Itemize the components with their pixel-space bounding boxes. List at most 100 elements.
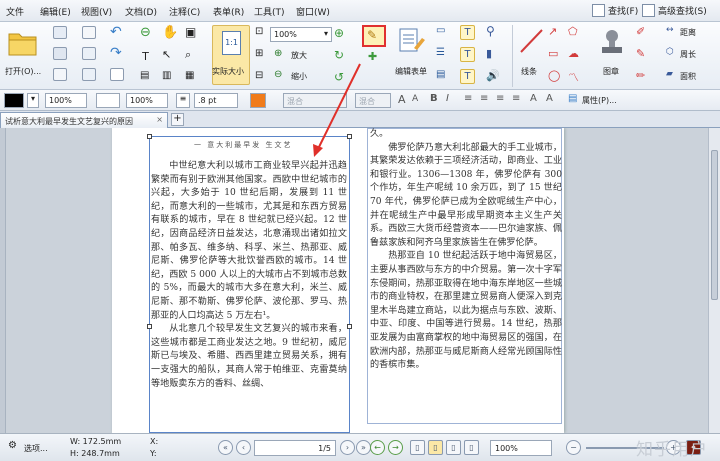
menu-tools[interactable]: 工具(T) bbox=[254, 5, 285, 18]
edit-form-button[interactable] bbox=[396, 26, 426, 56]
line-tool-button[interactable] bbox=[518, 27, 544, 55]
subscript-icon[interactable]: A bbox=[530, 93, 537, 104]
page-icon-b[interactable]: ▥ bbox=[162, 70, 171, 81]
italic-icon[interactable]: I bbox=[446, 93, 449, 104]
justify-icon[interactable]: ≡ bbox=[512, 93, 520, 104]
single-page-icon[interactable]: ▯ bbox=[410, 440, 425, 455]
align-right-icon[interactable]: ≡ bbox=[496, 93, 504, 104]
menu-view[interactable]: 视图(V) bbox=[81, 5, 112, 18]
zoom-out-label[interactable]: 缩小 bbox=[291, 71, 307, 82]
zoom-out-button[interactable]: − bbox=[566, 440, 581, 455]
add-tab-button[interactable]: + bbox=[171, 113, 184, 126]
scrollbar-thumb[interactable] bbox=[711, 150, 718, 300]
options-button[interactable]: 选项... bbox=[24, 443, 48, 454]
rotate-icon[interactable]: ↻ bbox=[334, 48, 344, 62]
advanced-find-button[interactable]: 高级查找(S) bbox=[642, 4, 707, 17]
bold-icon[interactable]: B bbox=[430, 93, 438, 104]
hand-icon[interactable]: ✋ bbox=[162, 25, 178, 40]
stroke-opacity-select[interactable]: 100% bbox=[45, 93, 87, 108]
copy-icon[interactable] bbox=[110, 68, 124, 81]
highlight-icon[interactable]: ✎ bbox=[636, 47, 645, 60]
fit-page-icon[interactable]: ⊡ bbox=[255, 26, 263, 37]
open-button[interactable] bbox=[6, 26, 40, 66]
cloud-icon[interactable]: ☁ bbox=[568, 47, 579, 60]
attach-icon[interactable]: ⚲ bbox=[486, 24, 495, 38]
loupe-icon[interactable]: ⌕ bbox=[185, 48, 191, 62]
pencil-draw-icon[interactable]: ✏ bbox=[636, 69, 645, 82]
polyline-icon[interactable]: 〽 bbox=[568, 69, 579, 85]
page-icon-a[interactable]: ▤ bbox=[140, 70, 149, 81]
file-attach-icon[interactable]: ▮ bbox=[486, 47, 492, 60]
line-style-icon[interactable]: ≡ bbox=[176, 93, 190, 108]
text-field-icon[interactable]: ▭ bbox=[436, 25, 445, 36]
fill-opacity-select[interactable]: 100% bbox=[126, 93, 168, 108]
superscript-icon[interactable]: A bbox=[546, 93, 553, 104]
back-icon[interactable]: ⊖ bbox=[140, 25, 151, 40]
facing-page-icon[interactable]: ▯ bbox=[446, 440, 461, 455]
line-width-select[interactable]: .8 pt bbox=[194, 93, 238, 108]
increase-font-icon[interactable]: A bbox=[398, 93, 406, 106]
select-icon[interactable]: ↖ bbox=[162, 48, 171, 61]
eraser-icon[interactable]: ✐ bbox=[636, 25, 645, 38]
navigation-panel-strip[interactable] bbox=[0, 128, 6, 433]
oval-icon[interactable]: ◯ bbox=[548, 69, 560, 82]
area-button[interactable]: 面积 bbox=[680, 71, 696, 82]
resize-handle[interactable] bbox=[147, 134, 152, 139]
zoom-out-icon[interactable]: ⊖ bbox=[274, 69, 282, 80]
zoom-select[interactable]: 100% ▾ bbox=[270, 27, 332, 42]
text-color-swatch[interactable] bbox=[250, 93, 266, 108]
continuous-page-icon[interactable]: ▯ bbox=[428, 440, 443, 455]
fit-width-icon[interactable]: ⊞ bbox=[255, 48, 263, 59]
font-select[interactable]: 混合 bbox=[355, 93, 391, 108]
decrease-font-icon[interactable]: A bbox=[412, 94, 418, 104]
menu-window[interactable]: 窗口(W) bbox=[296, 5, 330, 18]
scan-icon[interactable] bbox=[82, 47, 96, 60]
zoom-field[interactable]: 100% bbox=[490, 440, 552, 456]
stroke-color-swatch[interactable] bbox=[4, 93, 24, 108]
page-icon-c[interactable]: ▦ bbox=[185, 70, 194, 81]
callout-icon[interactable]: T bbox=[460, 69, 475, 84]
text-tool-icon[interactable]: T bbox=[460, 25, 475, 40]
fill-color-swatch[interactable] bbox=[96, 93, 120, 108]
print-icon[interactable] bbox=[53, 47, 67, 60]
resize-handle[interactable] bbox=[347, 324, 352, 329]
redo-icon[interactable]: ↷ bbox=[110, 45, 122, 61]
list-box-icon[interactable]: ☰ bbox=[436, 47, 445, 58]
select-text-icon[interactable]: Ｔ bbox=[140, 48, 151, 64]
add-icon[interactable]: ✚ bbox=[368, 50, 377, 63]
arrow-icon[interactable]: ↗ bbox=[548, 25, 557, 38]
undo-icon[interactable]: ↶ bbox=[110, 24, 122, 40]
rotate-left-icon[interactable]: ↺ bbox=[334, 70, 344, 84]
properties-button[interactable]: 属性(P)... bbox=[582, 95, 617, 106]
page-number-field[interactable]: 1/5 bbox=[254, 440, 336, 456]
zoom-in-label[interactable]: 放大 bbox=[291, 50, 307, 61]
menu-comment[interactable]: 注释(C) bbox=[169, 5, 200, 18]
distance-button[interactable]: 距离 bbox=[680, 27, 696, 38]
last-page-button[interactable]: » bbox=[356, 440, 371, 455]
email-icon[interactable] bbox=[82, 26, 96, 39]
export-icon[interactable] bbox=[82, 68, 96, 81]
properties-icon[interactable] bbox=[53, 68, 67, 81]
save-icon[interactable] bbox=[53, 26, 67, 39]
align-left-icon[interactable]: ≡ bbox=[464, 93, 472, 104]
stamp-button[interactable] bbox=[597, 27, 627, 59]
stroke-color-dropdown[interactable]: ▾ bbox=[27, 93, 39, 108]
align-center-icon[interactable]: ≡ bbox=[480, 93, 488, 104]
next-page-button[interactable]: › bbox=[340, 440, 355, 455]
document-tab[interactable]: 试析意大利最早发生文艺复兴的原因 × bbox=[0, 112, 168, 128]
sound-icon[interactable]: 🔊 bbox=[486, 69, 500, 82]
forward-view-button[interactable]: → bbox=[388, 440, 403, 455]
blend-mode-select[interactable]: 混合 bbox=[283, 93, 347, 108]
combo-icon[interactable]: ▤ bbox=[436, 69, 445, 80]
continuous-facing-icon[interactable]: ▯ bbox=[464, 440, 479, 455]
typewriter-tool-button[interactable]: ✎ bbox=[362, 25, 386, 47]
resize-handle[interactable] bbox=[347, 134, 352, 139]
menu-file[interactable]: 文件 bbox=[6, 5, 24, 18]
close-icon[interactable]: × bbox=[156, 115, 163, 124]
menu-form[interactable]: 表单(R) bbox=[213, 5, 244, 18]
zoom-plus-icon[interactable]: ⊕ bbox=[334, 26, 344, 40]
perimeter-button[interactable]: 周长 bbox=[680, 49, 696, 60]
snapshot-icon[interactable]: ▣ bbox=[185, 25, 196, 39]
zoom-in-icon[interactable]: ⊕ bbox=[274, 48, 282, 59]
fit-visible-icon[interactable]: ⊟ bbox=[255, 70, 263, 81]
